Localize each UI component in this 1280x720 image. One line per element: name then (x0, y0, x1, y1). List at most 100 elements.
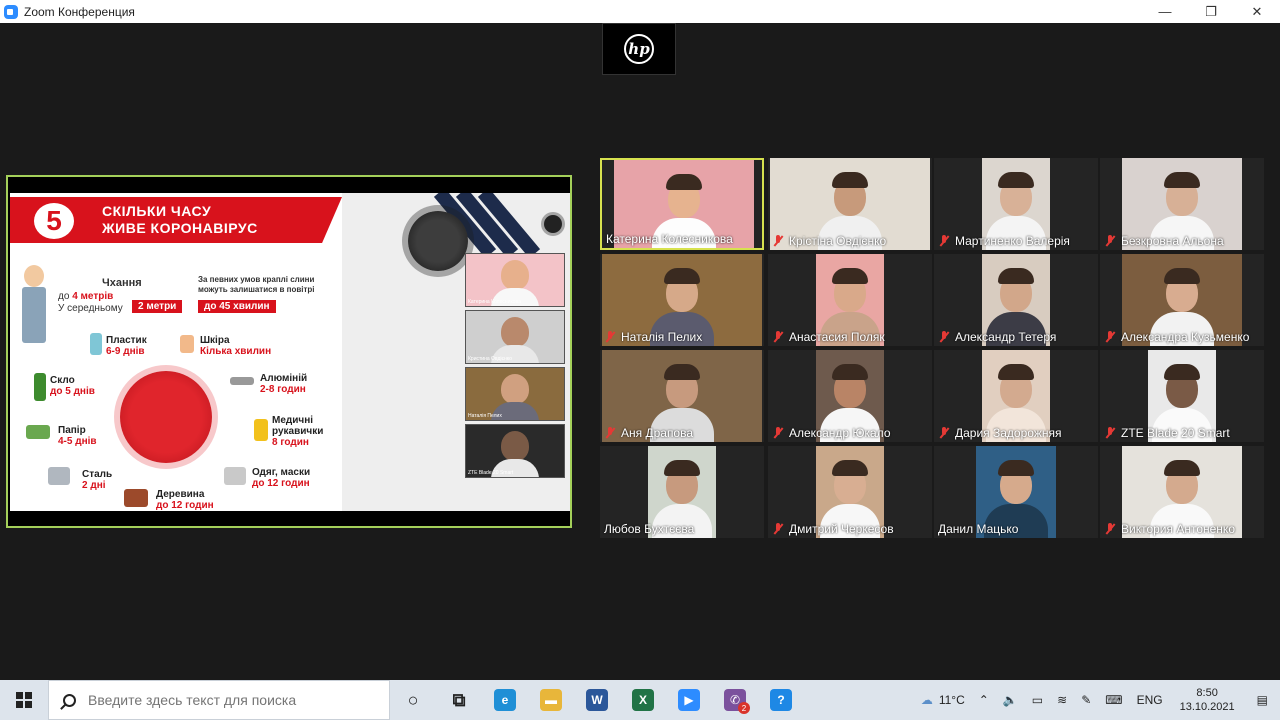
participant-hair (998, 364, 1034, 380)
participant-hair (998, 172, 1034, 188)
language-indicator[interactable]: ENG (1130, 680, 1170, 720)
battery-icon[interactable]: ▭ (1025, 680, 1050, 720)
participant-tile[interactable]: ZTE Blade 20 Smart (1100, 350, 1264, 442)
edge-taskbar-button[interactable]: e (482, 680, 528, 720)
mic-muted-icon (772, 331, 784, 343)
clothes-icon (224, 467, 246, 485)
item-name: Деревина (156, 489, 205, 500)
item-time: 2-8 годин (260, 384, 306, 395)
keyboard-icon[interactable]: ⌨ (1098, 680, 1129, 720)
virus-small-icon (544, 215, 562, 233)
shared-screen[interactable]: 5 СКІЛЬКИ ЧАСУ ЖИВЕ КОРОНАВІРУС Чхання д… (6, 175, 572, 528)
participant-hair (832, 364, 868, 380)
participant-tile[interactable]: Данил Мацько (934, 446, 1098, 538)
participant-tile[interactable]: Александр Тетеря (934, 254, 1098, 346)
paper-money-icon (26, 425, 50, 439)
volume-icon[interactable]: 🔈 (996, 680, 1025, 720)
participant-tile[interactable]: Безкровна Альона (1100, 158, 1264, 250)
participant-tile[interactable]: Катерина Колесникова (600, 158, 764, 250)
item-gloves: Медичні рукавички 8 годин (272, 415, 342, 448)
participant-name: Любов Бухтєєва (604, 522, 694, 536)
file-explorer-taskbar-button[interactable]: ▬ (528, 680, 574, 720)
participant-tile[interactable]: Виктория Антоненко (1100, 446, 1264, 538)
participant-name: Крістіна Овдієнко (772, 234, 886, 248)
thumbnail-video[interactable]: Кристина Овдієнко (465, 310, 565, 364)
wifi-icon[interactable]: ≋ (1050, 680, 1074, 720)
taskbar-apps: ○ ⧉ e ▬ W X ▶ ✆ 2? (390, 680, 804, 720)
item-skin: Шкіра Кілька хвилин (200, 335, 271, 357)
face (501, 431, 529, 461)
participant-name-text: Любов Бухтєєва (604, 522, 695, 536)
item-time: 2 дні (82, 480, 106, 491)
participant-tile[interactable]: Любов Бухтєєва (600, 446, 764, 538)
participant-name: Наталія Пелих (604, 330, 702, 344)
windows-taskbar: ○ ⧉ e ▬ W X ▶ ✆2? ☁ 11°C ⌃ 🔈 ▭ ≋ ✎ ⌨ ENG 8:50 1… (0, 680, 1280, 720)
notifications-icon[interactable]: ▤ (1245, 680, 1280, 720)
sneeze-average-label: У середньому (58, 303, 123, 314)
item-name: Медичні рукавички (272, 415, 324, 437)
item-name: Одяг, маски (252, 467, 311, 478)
viber-taskbar-button[interactable]: ✆ 2 (712, 680, 758, 720)
timeline-icon: ⧉ (452, 689, 466, 710)
air-text: За певних умов краплі слини можуть залиш… (198, 275, 315, 295)
air-text-line2: можуть залишатися в повітрі (198, 285, 315, 294)
participant-tile[interactable]: Крістіна Овдієнко (768, 158, 932, 250)
item-time: 6-9 днів (106, 346, 145, 357)
mic-muted-icon (1104, 427, 1116, 439)
mic-muted-icon (938, 427, 950, 439)
word-taskbar-button[interactable]: W (574, 680, 620, 720)
search-input[interactable] (88, 692, 368, 708)
participant-name: Аня Драпова (604, 426, 693, 440)
close-button[interactable]: ✕ (1234, 0, 1280, 23)
item-wood: Деревина до 12 годин (156, 489, 214, 511)
presentation-slide: 5 СКІЛЬКИ ЧАСУ ЖИВЕ КОРОНАВІРУС Чхання д… (10, 193, 570, 511)
plastic-bottle-icon (90, 333, 102, 355)
excel-taskbar-button[interactable]: X (620, 680, 666, 720)
face (501, 374, 529, 404)
item-name: Алюміній (260, 373, 308, 384)
participant-hair (998, 268, 1034, 284)
thumbnail-video[interactable]: Катерина Колесникова (465, 253, 565, 307)
mic-muted-icon (772, 427, 784, 439)
thumbnail-video[interactable]: Наталія Пелих (465, 367, 565, 421)
participant-tile[interactable]: Анастасия Поляк (768, 254, 932, 346)
zoom-taskbar-button[interactable]: ▶ (666, 680, 712, 720)
minimize-button[interactable]: — (1142, 0, 1188, 23)
sneeze-distance-value: 4 метрів (72, 291, 114, 302)
item-glass: Скло до 5 днів (50, 375, 95, 397)
participant-hair (664, 364, 700, 380)
edge-icon: e (494, 689, 516, 711)
item-steel: Сталь 2 дні (82, 469, 112, 491)
participant-tile[interactable]: Дмитрий Черкесов (768, 446, 932, 538)
participant-tile[interactable]: Александр Юкало (768, 350, 932, 442)
thumbnail-name: Кристина Овдієнко (468, 356, 512, 362)
participant-hair (664, 268, 700, 284)
participant-tile[interactable]: Мартиненко Валерія (934, 158, 1098, 250)
participant-tile[interactable]: Наталія Пелих (600, 254, 764, 346)
windows-logo-icon (16, 692, 32, 708)
slide-title-line1: СКІЛЬКИ ЧАСУ (102, 203, 212, 219)
weather-widget[interactable]: ☁ 11°C (914, 680, 972, 720)
sneeze-average-value: 2 метри (132, 300, 183, 313)
taskbar-search[interactable] (48, 680, 390, 720)
participant-tile[interactable]: Александра Кузьменко (1100, 254, 1264, 346)
steel-pot-icon (48, 467, 70, 485)
air-duration-value: до 45 хвилин (198, 300, 276, 313)
participant-tile[interactable]: Аня Драпова (600, 350, 764, 442)
timeline-taskbar-button[interactable]: ⧉ (436, 680, 482, 720)
pen-icon[interactable]: ✎ (1074, 680, 1098, 720)
task-view-taskbar-button[interactable]: ○ (390, 680, 436, 720)
start-button[interactable] (0, 680, 48, 720)
participant-hair (832, 268, 868, 284)
item-aluminium: Алюміній 2-8 годин (260, 373, 307, 395)
participant-hair (832, 460, 868, 476)
maximize-button[interactable]: ❐ (1188, 0, 1234, 23)
participant-tile[interactable]: Дария Задорожняя (934, 350, 1098, 442)
thumbnail-video[interactable]: ZTE Blade 20 Smart (465, 424, 565, 478)
help-taskbar-button[interactable]: ? (758, 680, 804, 720)
item-time: до 12 годин (252, 478, 310, 489)
zoom-icon: ▶ (678, 689, 700, 711)
item-name: Скло (50, 375, 75, 386)
chevron-up-icon[interactable]: ⌃ (972, 680, 996, 720)
clock[interactable]: 8:50 13.10.2021 (1170, 680, 1245, 720)
